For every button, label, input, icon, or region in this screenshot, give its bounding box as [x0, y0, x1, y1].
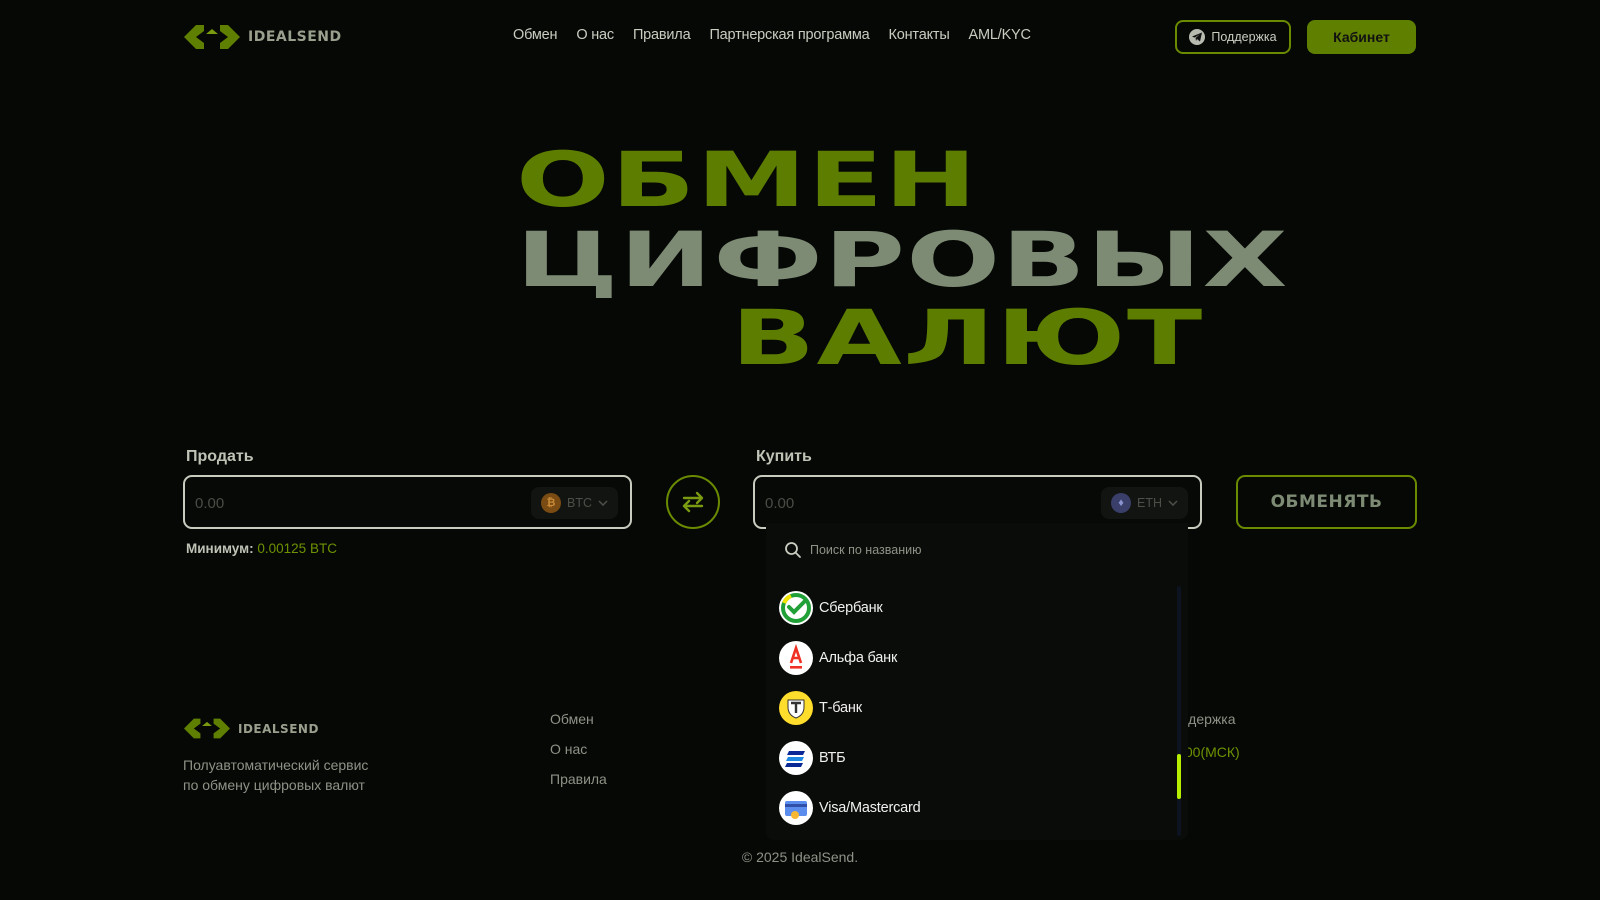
t-bank-icon	[779, 691, 813, 725]
hero-title-line-3: ВАЛЮТ	[731, 293, 1204, 382]
minimum-label: Минимум:	[186, 541, 254, 556]
bank-search-input[interactable]	[810, 543, 1150, 557]
header-logo[interactable]: IDEALSEND	[184, 22, 342, 52]
footer-working-hours: :00(МСК)	[1181, 744, 1240, 760]
buy-currency-label: ETH	[1137, 496, 1162, 510]
bank-option-alfa[interactable]: Альфа банк	[779, 641, 921, 675]
buy-currency-select[interactable]: ♦ ETH	[1101, 487, 1188, 519]
nav-item-partner[interactable]: Партнерская программа	[709, 27, 869, 43]
footer-links: Обмен О нас Правила	[550, 711, 607, 787]
bank-name: Сбербанк	[819, 600, 883, 616]
buy-amount-input[interactable]	[765, 492, 1015, 514]
dropdown-scrollbar[interactable]	[1177, 586, 1181, 836]
bank-dropdown: Сбербанк Альфа банк Т-банк	[766, 523, 1188, 840]
buy-field: ♦ ETH	[753, 475, 1202, 529]
chevron-down-icon	[1168, 500, 1178, 506]
swap-arrows-icon	[682, 491, 704, 513]
footer-logo[interactable]: IDEALSEND	[184, 716, 319, 741]
footer-link-rules[interactable]: Правила	[550, 771, 607, 787]
bank-name: Visa/Mastercard	[819, 800, 921, 816]
sell-field: ₿ BTC	[183, 475, 632, 529]
ethereum-icon: ♦	[1111, 493, 1131, 513]
copyright: © 2025 IdealSend.	[741, 849, 859, 865]
bank-name: Т-банк	[819, 700, 862, 716]
footer-link-exchange[interactable]: Обмен	[550, 711, 607, 727]
sell-currency-label: BTC	[567, 496, 592, 510]
sell-amount-input[interactable]	[195, 492, 445, 514]
brand-name: IDEALSEND	[248, 29, 342, 45]
minimum-value: 0.00125 BTC	[257, 541, 337, 556]
cabinet-button[interactable]: Кабинет	[1307, 20, 1416, 54]
scrollbar-thumb[interactable]	[1177, 754, 1181, 799]
nav-item-contacts[interactable]: Контакты	[889, 27, 950, 43]
search-icon	[785, 542, 801, 558]
bank-option-t-bank[interactable]: Т-банк	[779, 691, 921, 725]
footer-brand-name: IDEALSEND	[238, 721, 319, 736]
logo-icon	[184, 718, 230, 739]
bank-option-visa-mastercard[interactable]: Visa/Mastercard	[779, 791, 921, 825]
exchange-submit-button[interactable]: ОБМЕНЯТЬ	[1236, 475, 1417, 529]
sell-label: Продать	[186, 448, 254, 465]
nav-item-about[interactable]: О нас	[576, 27, 614, 43]
telegram-icon	[1189, 29, 1206, 45]
support-label: Поддержка	[1211, 30, 1277, 44]
bank-name: Альфа банк	[819, 650, 898, 666]
alfa-bank-icon	[779, 641, 813, 675]
hero-title-line-2: ЦИФРОВЫХ	[516, 215, 1289, 304]
footer-support-heading: ддержка	[1180, 711, 1236, 727]
chevron-down-icon	[598, 500, 608, 506]
bank-list: Сбербанк Альфа банк Т-банк ВТБ Visa/Mast…	[779, 591, 921, 825]
bank-option-sberbank[interactable]: Сбербанк	[779, 591, 921, 625]
nav-item-rules[interactable]: Правила	[633, 27, 691, 43]
nav-item-aml-kyc[interactable]: AML/KYC	[969, 27, 1031, 43]
logo-icon	[184, 25, 240, 49]
buy-label: Купить	[756, 448, 812, 465]
vtb-icon	[779, 741, 813, 775]
nav-item-exchange[interactable]: Обмен	[513, 27, 558, 43]
minimum-amount: Минимум: 0.00125 BTC	[186, 541, 337, 556]
sberbank-icon	[779, 591, 813, 625]
footer-description: Полуавтоматический сервис по обмену цифр…	[183, 757, 369, 793]
bank-option-vtb[interactable]: ВТБ	[779, 741, 921, 775]
bank-name: ВТБ	[819, 750, 846, 766]
card-icon	[779, 791, 813, 825]
main-nav: Обмен О нас Правила Партнерская программ…	[513, 27, 1031, 43]
bitcoin-icon: ₿	[541, 493, 561, 513]
hero-title-line-1: ОБМЕН	[516, 135, 979, 224]
swap-currencies-button[interactable]	[666, 475, 720, 529]
dropdown-search	[784, 541, 1150, 559]
footer-link-about[interactable]: О нас	[550, 741, 607, 757]
sell-currency-select[interactable]: ₿ BTC	[531, 487, 618, 519]
support-button[interactable]: Поддержка	[1175, 20, 1291, 54]
